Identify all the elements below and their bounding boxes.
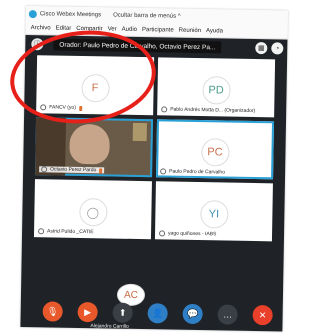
- avatar-initials: PD: [201, 76, 231, 105]
- microphone-icon: [99, 167, 103, 173]
- video-background-lamp: [132, 122, 147, 142]
- menu-audio[interactable]: Audio: [122, 26, 137, 32]
- participant-name: Paulo Pedro de Carvalho: [169, 168, 226, 176]
- participant-tile-organizer[interactable]: PD Pablo Andrés Motta D... (Organizador): [157, 57, 276, 118]
- status-icon: [41, 166, 48, 173]
- participant-name: Astrid Pulido _CATIE: [47, 228, 94, 236]
- share-icon: ⬆: [118, 307, 127, 318]
- video-participant: [69, 123, 110, 165]
- more-button[interactable]: …: [217, 304, 238, 325]
- status-icon: [161, 106, 168, 113]
- status-icon: [158, 230, 166, 237]
- video-button[interactable]: ▶: [77, 301, 98, 323]
- mute-button[interactable]: 🎙: [42, 301, 63, 322]
- avatar-initials: YI: [199, 200, 229, 229]
- participant-label: Pablo Andrés Motta D... (Organizador): [161, 106, 255, 114]
- participant-label: Octavio Perez Pardo: [39, 166, 105, 174]
- menu-reunion[interactable]: Reunión: [179, 27, 201, 33]
- meeting-controls: 🎙 ▶ ⬆ 👤 💬 … ✕: [42, 299, 273, 327]
- participant-tile-yi[interactable]: YI yago quiñones - IABS: [154, 181, 273, 242]
- person-placeholder-icon: ◯: [78, 197, 108, 227]
- layout-options-icon[interactable]: ◔: [271, 42, 284, 55]
- participant-name: Octavio Perez Pardo: [50, 166, 97, 174]
- app-title: Cisco Webex Meetings: [39, 10, 102, 18]
- leave-button[interactable]: ✕: [252, 305, 273, 326]
- participant-label: yago quiñones - IABS: [158, 230, 217, 238]
- person-icon: 👤: [151, 307, 164, 318]
- participant-tile-pc[interactable]: PC Paulo Pedro de Carvalho: [156, 119, 275, 180]
- status-icon: [160, 168, 167, 175]
- participants-button[interactable]: 👤: [147, 303, 168, 324]
- layout-grid-icon[interactable]: ▦: [255, 42, 268, 55]
- participant-tile-video[interactable]: Octavio Perez Pardo: [35, 117, 154, 178]
- menu-editar[interactable]: Editar: [56, 25, 72, 31]
- avatar-initials: PC: [200, 138, 230, 167]
- participant-name: yago quiñones - IABS: [167, 230, 217, 238]
- chat-button[interactable]: 💬: [182, 303, 203, 325]
- participant-label: Astrid Pulido _CATIE: [38, 228, 94, 235]
- microphone-icon: 🎙: [46, 305, 59, 317]
- view-controls: ▦ ◔: [251, 42, 284, 55]
- hide-menu-toggle[interactable]: Ocultar barra de menús ^: [113, 12, 181, 19]
- menu-participante[interactable]: Participante: [142, 27, 174, 34]
- participant-label: Paulo Pedro de Carvalho: [160, 168, 225, 175]
- menu-archivo[interactable]: Archivo: [31, 25, 51, 31]
- more-icon: …: [223, 309, 233, 320]
- video-camera-icon: ▶: [84, 306, 92, 317]
- webex-logo-icon: [28, 9, 37, 18]
- participant-tile-astrid[interactable]: ◯ Astrid Pulido _CATIE: [33, 179, 152, 240]
- close-icon: ✕: [258, 309, 267, 320]
- share-button[interactable]: ⬆: [112, 302, 133, 323]
- participant-name: Pablo Andrés Motta D... (Organizador): [170, 106, 256, 115]
- chat-icon: 💬: [186, 308, 199, 319]
- status-icon: [38, 228, 45, 235]
- menu-ayuda[interactable]: Ayuda: [206, 28, 223, 34]
